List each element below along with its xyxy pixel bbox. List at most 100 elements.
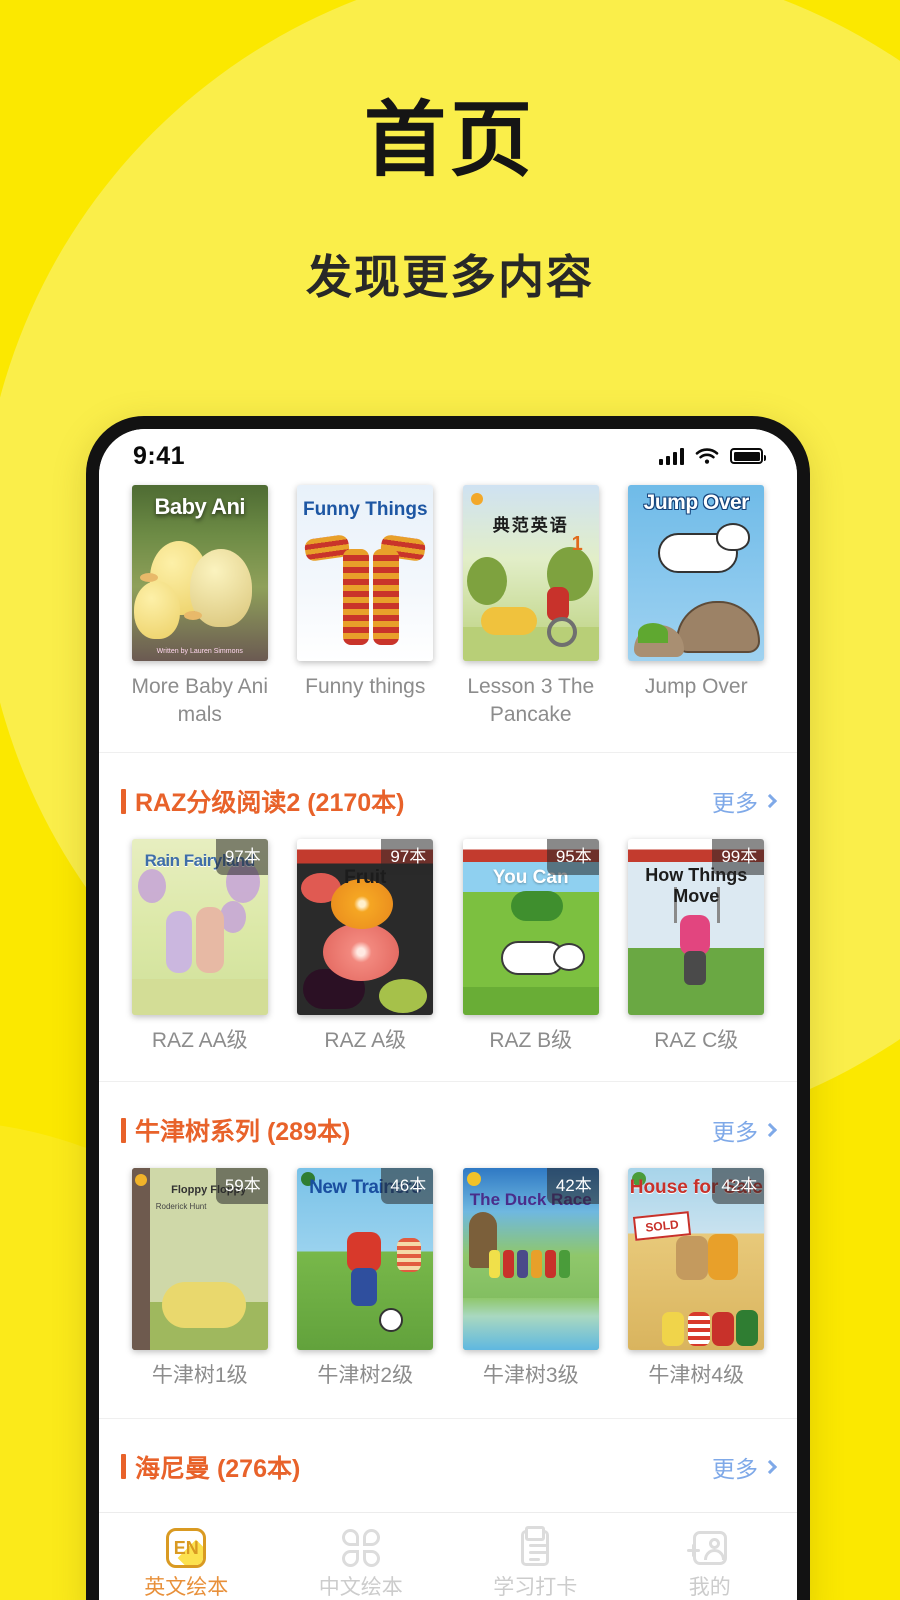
book-title: 牛津树2级 bbox=[317, 1364, 414, 1388]
book-cover[interactable]: 典范英语 1 bbox=[462, 485, 599, 661]
section-more-label: 更多 bbox=[712, 1119, 758, 1146]
bottom-tab-bar: EN 英文绘本 中文绘本 学习打卡 我的 bbox=[99, 1512, 797, 1600]
book-title: 牛津树4级 bbox=[648, 1364, 745, 1388]
book-count-badge: 42本 bbox=[546, 1168, 599, 1205]
book-title: RAZ B级 bbox=[489, 1029, 573, 1053]
book-cover[interactable]: How Things Move 99本 bbox=[628, 839, 765, 1016]
section-header-heinemann: 海尼曼 (276本) 更多 bbox=[99, 1449, 797, 1485]
raz-book-row: Rain Fairyland 97本 RAZ AA级 Fruit 97本 RAZ… bbox=[99, 839, 797, 1055]
clipboard-icon bbox=[513, 1526, 557, 1570]
status-icons bbox=[658, 447, 766, 465]
book-count-badge: 46本 bbox=[381, 1168, 434, 1205]
book-cover-author: Roderick Hunt bbox=[155, 1202, 207, 1212]
section-header-oxford: 牛津树系列 (289本) 更多 bbox=[99, 1112, 797, 1148]
tab-label: 英文绘本 bbox=[144, 1576, 229, 1599]
tab-chinese-picture-books[interactable]: 中文绘本 bbox=[274, 1526, 449, 1598]
section-title: 海尼曼 (276本) bbox=[135, 1454, 301, 1483]
book-title: Funny things bbox=[305, 675, 426, 698]
book-card[interactable]: New Trainers 46本 牛津树2级 bbox=[283, 1168, 449, 1390]
book-title: 牛津树3级 bbox=[482, 1364, 579, 1388]
promo-headings: 首页 发现更多内容 bbox=[0, 0, 900, 303]
chevron-right-icon bbox=[762, 1459, 778, 1474]
book-cover-title: Baby Ani bbox=[154, 494, 246, 519]
book-card[interactable]: Funny Things Funny things bbox=[283, 485, 449, 728]
phone-mockup-frame: 9:41 Baby Ani Written by Lauren Simmons … bbox=[86, 416, 810, 1600]
book-card[interactable]: How Things Move 99本 RAZ C级 bbox=[614, 839, 780, 1055]
page-title: 首页 bbox=[363, 95, 536, 186]
featured-book-row: Baby Ani Written by Lauren Simmons More … bbox=[99, 477, 797, 728]
book-title: RAZ C级 bbox=[654, 1029, 739, 1053]
book-cover-art-funny-things: Funny Things bbox=[297, 485, 434, 661]
book-card[interactable]: The Duck Race 42本 牛津树3级 bbox=[448, 1168, 614, 1390]
book-card[interactable]: Rain Fairyland 97本 RAZ AA级 bbox=[117, 839, 283, 1055]
book-cover-title: Jump Over bbox=[643, 491, 750, 514]
book-cover[interactable]: Jump Over bbox=[628, 485, 765, 661]
book-card[interactable]: 典范英语 1 Lesson 3 The Pancake bbox=[448, 485, 614, 728]
book-count-badge: 97本 bbox=[215, 839, 268, 876]
page-subtitle: 发现更多内容 bbox=[306, 251, 594, 303]
tab-english-picture-books[interactable]: EN 英文绘本 bbox=[99, 1526, 274, 1598]
section-accent-bar bbox=[121, 1454, 126, 1480]
section-more-link[interactable]: 更多 bbox=[712, 1113, 778, 1147]
book-cover[interactable]: You Can 95本 bbox=[462, 839, 599, 1016]
book-cover-art-baby-animals: Baby Ani Written by Lauren Simmons bbox=[131, 485, 268, 661]
book-card[interactable]: You Can 95本 RAZ B级 bbox=[448, 839, 614, 1055]
status-time: 9:41 bbox=[133, 441, 186, 470]
book-cover[interactable]: Funny Things bbox=[297, 485, 434, 661]
book-count-badge: 99本 bbox=[712, 839, 765, 876]
tab-label: 中文绘本 bbox=[318, 1576, 403, 1599]
book-title: More Baby Ani mals bbox=[131, 675, 269, 726]
book-card[interactable]: SOLD House for Sale 42本 牛津树4级 bbox=[614, 1168, 780, 1390]
sun-icon bbox=[470, 493, 483, 505]
section-more-link[interactable]: 更多 bbox=[712, 1450, 778, 1484]
section-divider bbox=[99, 752, 797, 754]
book-cover[interactable]: Fruit 97本 bbox=[297, 839, 434, 1016]
book-cover-art-dianfan-english: 典范英语 1 bbox=[462, 485, 599, 661]
book-count-badge: 59本 bbox=[215, 1168, 268, 1205]
book-cover[interactable]: The Duck Race 42本 bbox=[462, 1168, 599, 1351]
section-more-label: 更多 bbox=[712, 790, 758, 817]
oxford-book-row: Floppy Floppy Roderick Hunt 59本 牛津树1级 Ne… bbox=[99, 1168, 797, 1390]
book-cover-title: Funny Things bbox=[302, 499, 428, 520]
book-cover[interactable]: New Trainers 46本 bbox=[297, 1168, 434, 1351]
book-title: 牛津树1级 bbox=[151, 1364, 248, 1388]
book-cover-author: Written by Lauren Simmons bbox=[156, 648, 243, 655]
en-icon-text: EN bbox=[173, 1537, 199, 1558]
book-count-badge: 42本 bbox=[712, 1168, 765, 1205]
book-count-badge: 95本 bbox=[546, 839, 599, 876]
en-book-icon: EN bbox=[164, 1526, 208, 1570]
tab-label: 我的 bbox=[688, 1576, 731, 1599]
book-card[interactable]: Fruit 97本 RAZ A级 bbox=[283, 839, 449, 1055]
chevron-right-icon bbox=[762, 794, 778, 809]
oxford-logo-icon bbox=[134, 1174, 147, 1187]
wifi-icon bbox=[695, 448, 719, 464]
tab-study-checkin[interactable]: 学习打卡 bbox=[448, 1526, 623, 1598]
book-title: Jump Over bbox=[644, 675, 748, 698]
oxford-logo-icon bbox=[466, 1172, 481, 1187]
book-cover-volume-number: 1 bbox=[571, 533, 583, 555]
book-cover-title: Fruit bbox=[344, 867, 387, 889]
book-cover[interactable]: Rain Fairyland 97本 bbox=[131, 839, 268, 1016]
book-card[interactable]: Jump Over Jump Over bbox=[614, 485, 780, 728]
tab-my-profile[interactable]: 我的 bbox=[623, 1526, 798, 1598]
clover-icon bbox=[339, 1526, 383, 1570]
section-title: 牛津树系列 (289本) bbox=[135, 1118, 351, 1147]
section-divider bbox=[99, 1081, 797, 1083]
battery-full-icon bbox=[730, 448, 766, 464]
section-title: RAZ分级阅读2 (2170本) bbox=[135, 789, 405, 818]
section-accent-bar bbox=[121, 788, 126, 814]
book-cover-art-jump-over: Jump Over bbox=[628, 485, 765, 661]
book-card[interactable]: Floppy Floppy Roderick Hunt 59本 牛津树1级 bbox=[117, 1168, 283, 1390]
status-bar: 9:41 bbox=[99, 429, 797, 477]
scroll-content[interactable]: Baby Ani Written by Lauren Simmons More … bbox=[99, 477, 797, 1512]
chevron-right-icon bbox=[762, 1123, 778, 1138]
section-more-link[interactable]: 更多 bbox=[712, 784, 778, 818]
book-cover[interactable]: SOLD House for Sale 42本 bbox=[628, 1168, 765, 1351]
tab-label: 学习打卡 bbox=[493, 1576, 578, 1599]
book-title: RAZ A级 bbox=[324, 1029, 407, 1053]
section-divider bbox=[99, 1417, 797, 1419]
book-cover[interactable]: Baby Ani Written by Lauren Simmons bbox=[131, 485, 268, 661]
book-cover[interactable]: Floppy Floppy Roderick Hunt 59本 bbox=[131, 1168, 268, 1351]
book-card[interactable]: Baby Ani Written by Lauren Simmons More … bbox=[117, 485, 283, 728]
contact-card-icon bbox=[686, 1526, 732, 1570]
